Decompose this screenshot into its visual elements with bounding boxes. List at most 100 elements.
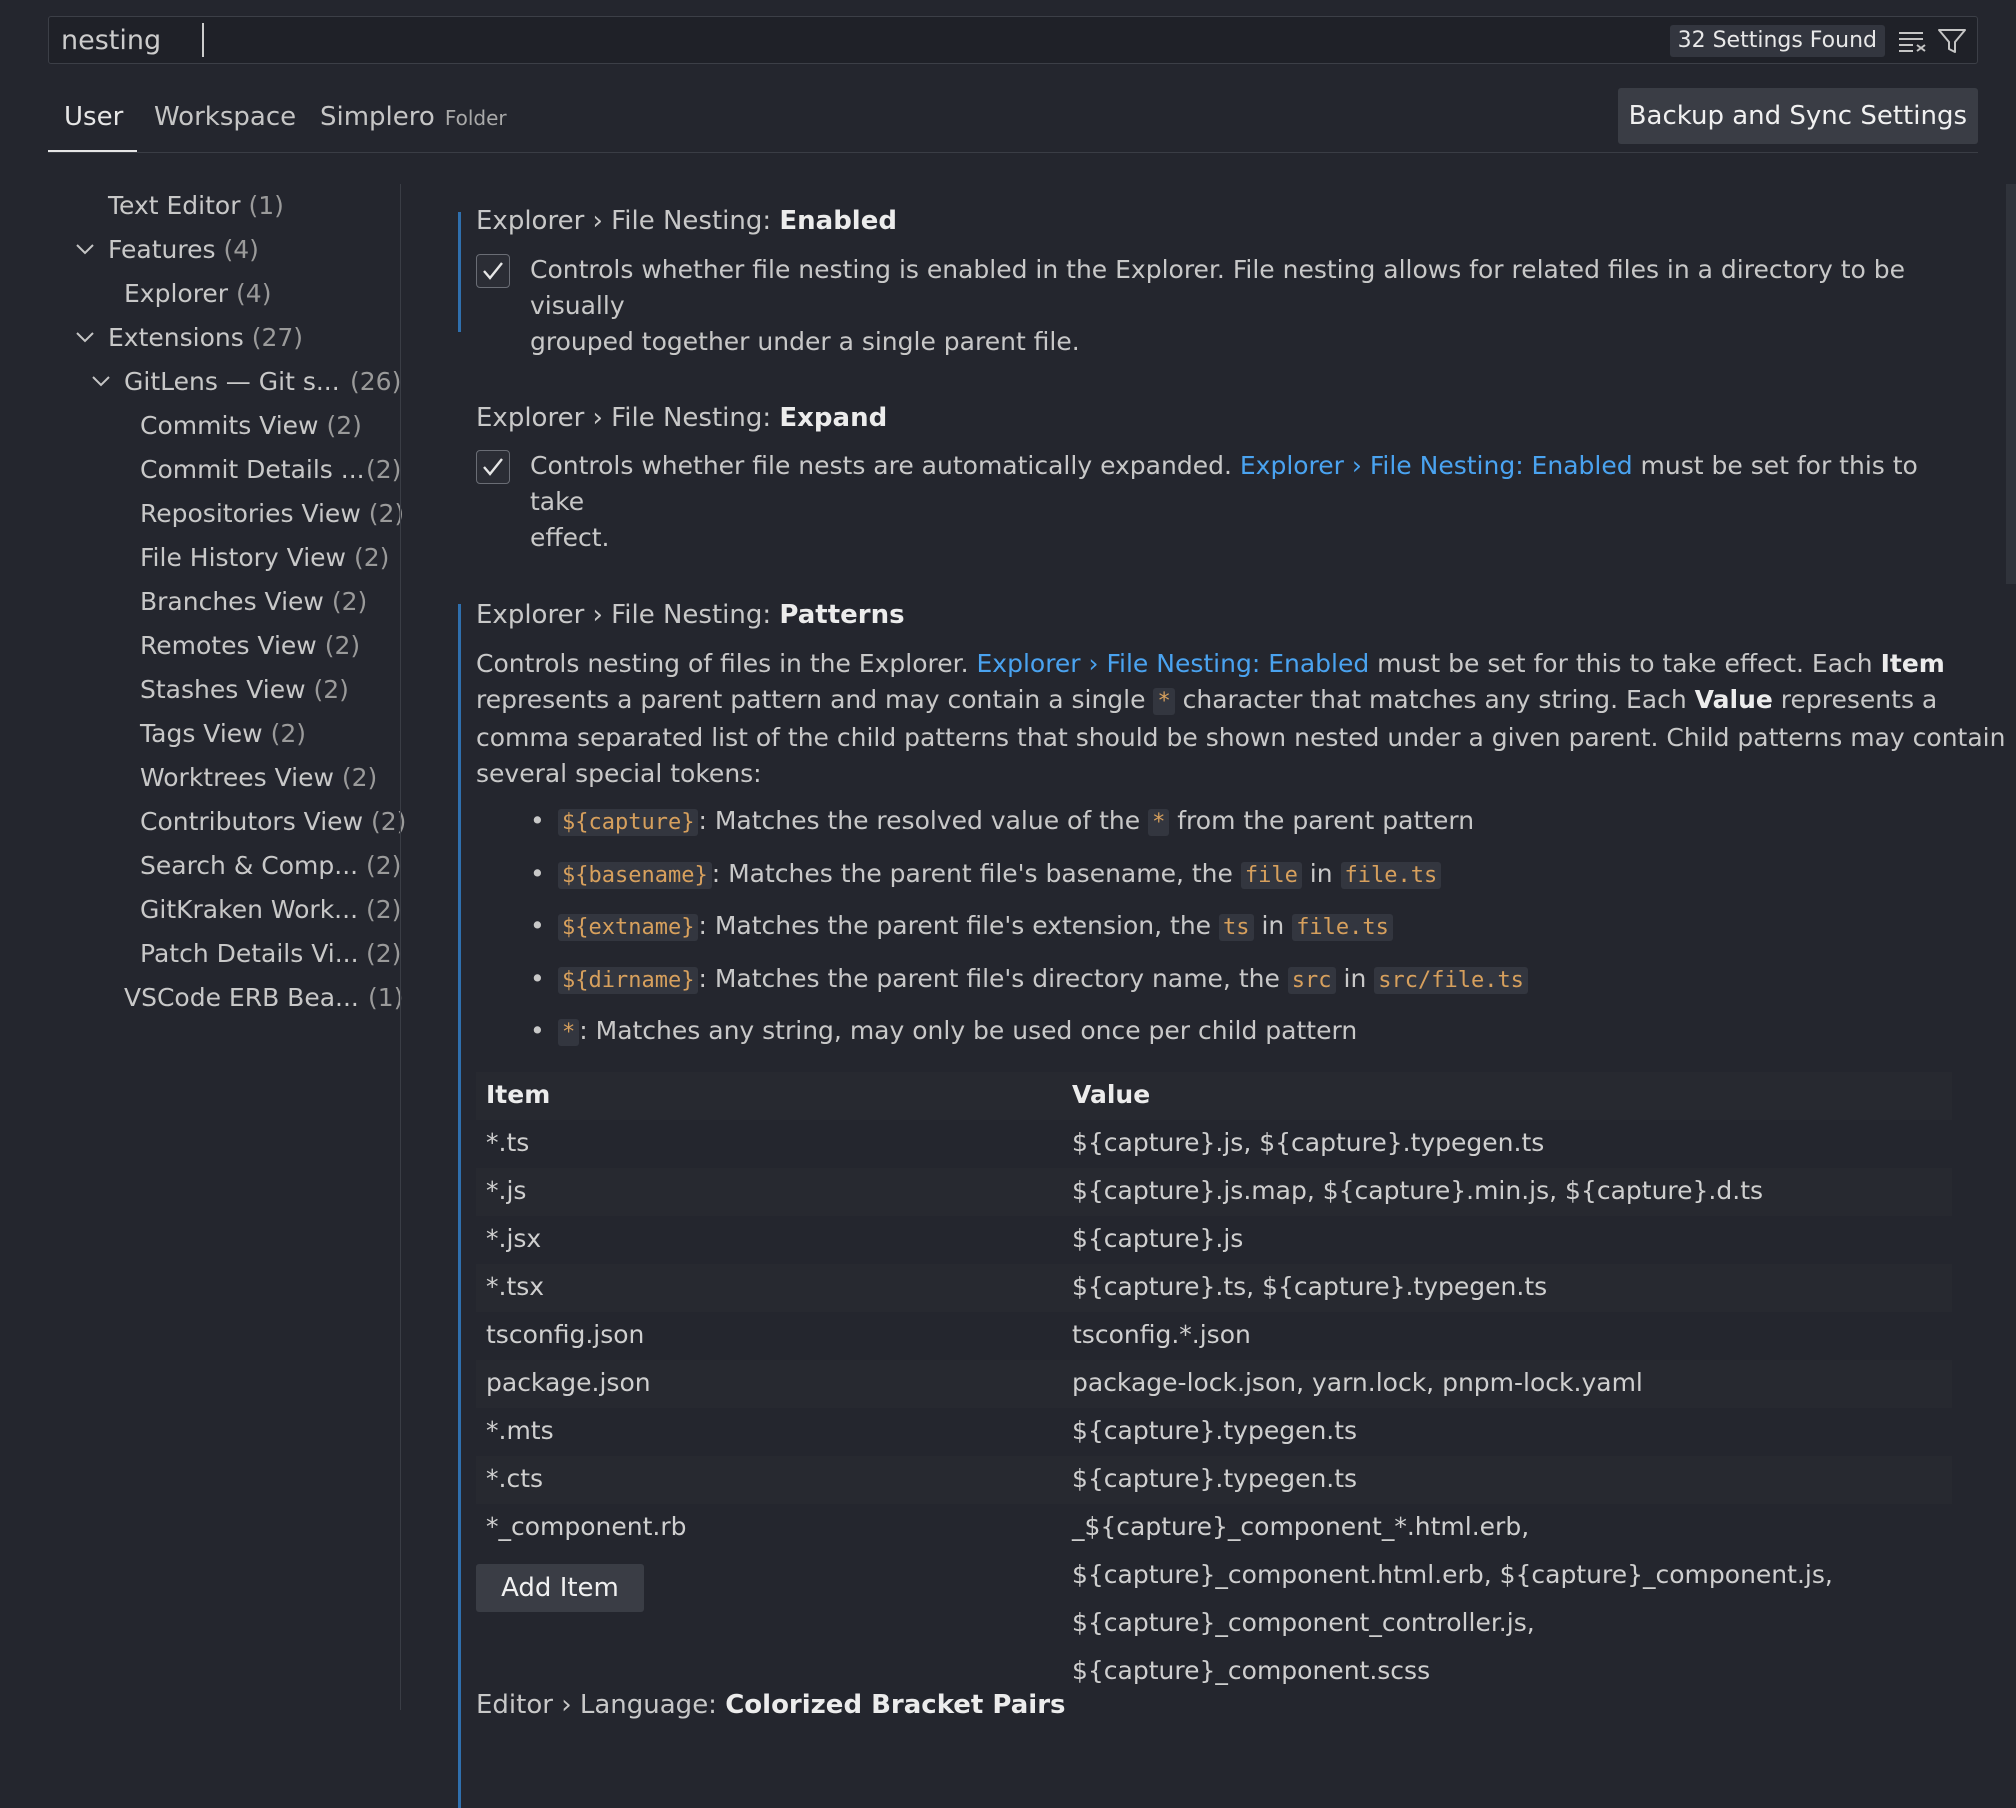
tab-workspace[interactable]: Workspace [154,102,296,132]
row-item: package.json [486,1368,651,1397]
list-item: ${dirname}: Matches the parent file's di… [530,964,1528,994]
toc-item-gitlens[interactable]: GitLens — Git s... [124,362,340,402]
table-row[interactable]: *.mts ${capture}.typegen.ts [476,1408,1952,1456]
table-row[interactable]: *.ts ${capture}.js, ${capture}.typegen.ts [476,1120,1952,1168]
nesting-enabled-checkbox[interactable] [476,254,510,288]
toc-item-tags-view[interactable]: Tags View (2) [140,714,306,754]
toc-count: (2) [270,719,306,748]
toc-count: (2) [366,939,402,968]
chevron-down-icon[interactable] [74,326,96,348]
toc-item-repositories-view[interactable]: Repositories View (2) [140,494,404,534]
toc-item-branches-view[interactable]: Branches View (2) [140,582,367,622]
toc-item-contributors-view[interactable]: Contributors View (2) [140,802,406,842]
tab-folder-suffix: Folder [444,106,507,130]
table-row: ${capture}_component.scss [476,1648,1952,1696]
desc-line: Controls whether file nesting is enabled… [530,255,1906,320]
toc-count: (1) [368,983,404,1012]
tab-folder[interactable]: Simplero Folder [320,102,507,132]
checkmark-icon [483,458,503,476]
desc-text: represents a [1772,685,1938,714]
inline-code: file [1240,862,1302,889]
table-row[interactable]: *.tsx ${capture}.ts, ${capture}.typegen.t… [476,1264,1952,1312]
clear-filter-icon[interactable] [1897,29,1929,53]
desc-text: Controls whether file nests are automati… [530,451,1240,480]
toc-item-extensions[interactable]: Extensions (27) [108,318,303,358]
row-value: ${capture}_component_controller.js, [1072,1608,1535,1637]
toc-item-worktrees-view[interactable]: Worktrees View (2) [140,758,377,798]
setting-name: Expand [779,403,888,433]
toc-label: Patch Details Vi... [140,939,359,968]
list-text: : Matches the parent file's basename, th… [711,859,1241,888]
inline-code: ${basename} [558,862,712,889]
desc-text: must be set for this to take effect. Eac… [1369,649,1881,678]
inline-code: file.ts [1292,914,1393,941]
list-item: ${extname}: Matches the parent file's ex… [530,911,1393,941]
toc-label: Tags View [140,719,263,748]
setting-title-patterns: Explorer › File Nesting: Patterns [476,600,905,630]
toc-count: (1) [248,191,284,220]
row-value: ${capture}.ts, ${capture}.typegen.ts [1072,1272,1548,1301]
desc-bold: Item [1880,649,1945,678]
toc-count: (4) [223,235,259,264]
row-item: *_component.rb [486,1512,687,1541]
row-item: *.cts [486,1464,544,1493]
desc-bold: Value [1694,685,1773,714]
text-caret [202,23,204,57]
setting-link-enabled[interactable]: Explorer › File Nesting: Enabled [977,649,1370,678]
table-row[interactable]: *_component.rb _${capture}_component_*.ht… [476,1504,1952,1552]
tab-folder-label: Simplero [320,102,435,132]
inline-code: * [1148,809,1170,836]
tab-user[interactable]: User [64,102,123,132]
chevron-down-icon[interactable] [90,370,112,392]
vertical-scrollbar[interactable] [2006,184,2016,584]
setting-name: Patterns [779,600,905,630]
toc-item-commit-details[interactable]: Commit Details ... [140,450,365,490]
nesting-expand-checkbox[interactable] [476,450,510,484]
toc-label: Repositories View [140,499,361,528]
table-row[interactable]: *.js ${capture}.js.map, ${capture}.min.js… [476,1168,1952,1216]
setting-title-expand: Explorer › File Nesting: Expand [476,403,887,433]
toc-item-search-compare[interactable]: Search & Comp... [140,846,358,886]
desc-text: Controls nesting of files in the Explore… [476,649,977,678]
toc-label: Worktrees View [140,763,334,792]
setting-category: Explorer › File Nesting: [476,206,780,236]
toc-item-features[interactable]: Features (4) [108,230,259,270]
table-row[interactable]: package.json package-lock.json, yarn.lock… [476,1360,1952,1408]
backup-sync-button[interactable]: Backup and Sync Settings [1617,88,1978,144]
toc-count: (2) [326,411,362,440]
toc-item-file-history-view[interactable]: File History View (2) [140,538,389,578]
toc-label: Stashes View [140,675,306,704]
list-text: : Matches the parent file's extension, t… [698,911,1219,940]
tabs-divider [48,152,1978,153]
toc-item-gitkraken-workspaces[interactable]: GitKraken Work... [140,890,358,930]
toc-item-explorer[interactable]: Explorer (4) [124,274,271,314]
toc-item-patch-details[interactable]: Patch Details Vi... [140,934,359,974]
toc-item-stashes-view[interactable]: Stashes View (2) [140,670,349,710]
list-text: from the parent pattern [1169,806,1475,835]
settings-search-bar[interactable]: 32 Settings Found [48,16,1978,64]
setting-description: Controls whether file nesting is enabled… [530,252,1950,360]
table-row[interactable]: *.jsx ${capture}.js [476,1216,1952,1264]
table-row: ${capture}_component_controller.js, [476,1600,1952,1648]
table-row[interactable]: *.cts ${capture}.typegen.ts [476,1456,1952,1504]
toc-item-remotes-view[interactable]: Remotes View (2) [140,626,360,666]
toc-item-text-editor[interactable]: Text Editor (1) [108,186,284,226]
toc-item-commits-view[interactable]: Commits View (2) [140,406,362,446]
toc-label: Search & Comp... [140,851,359,880]
filter-icon[interactable] [1937,27,1967,55]
list-text: : Matches the resolved value of the [698,806,1149,835]
toc-label: Explorer [124,279,229,308]
toc-label: Contributors View [140,807,364,836]
table-row[interactable]: tsconfig.json tsconfig.*.json [476,1312,1952,1360]
setting-link-enabled[interactable]: Explorer › File Nesting: Enabled [1240,451,1633,480]
toc-count: (2) [366,851,402,880]
toc-label: GitLens — Git s... [124,367,340,396]
row-value: ${capture}.typegen.ts [1072,1416,1358,1445]
search-input[interactable] [61,25,1461,55]
chevron-down-icon[interactable] [74,238,96,260]
add-item-button[interactable]: Add Item [476,1564,644,1612]
row-value: ${capture}_component.html.erb, ${capture… [1072,1560,1833,1589]
toc-divider [400,184,401,1710]
toc-item-vscode-erb[interactable]: VSCode ERB Bea... [124,978,359,1018]
toc-count: (2) [368,499,405,528]
